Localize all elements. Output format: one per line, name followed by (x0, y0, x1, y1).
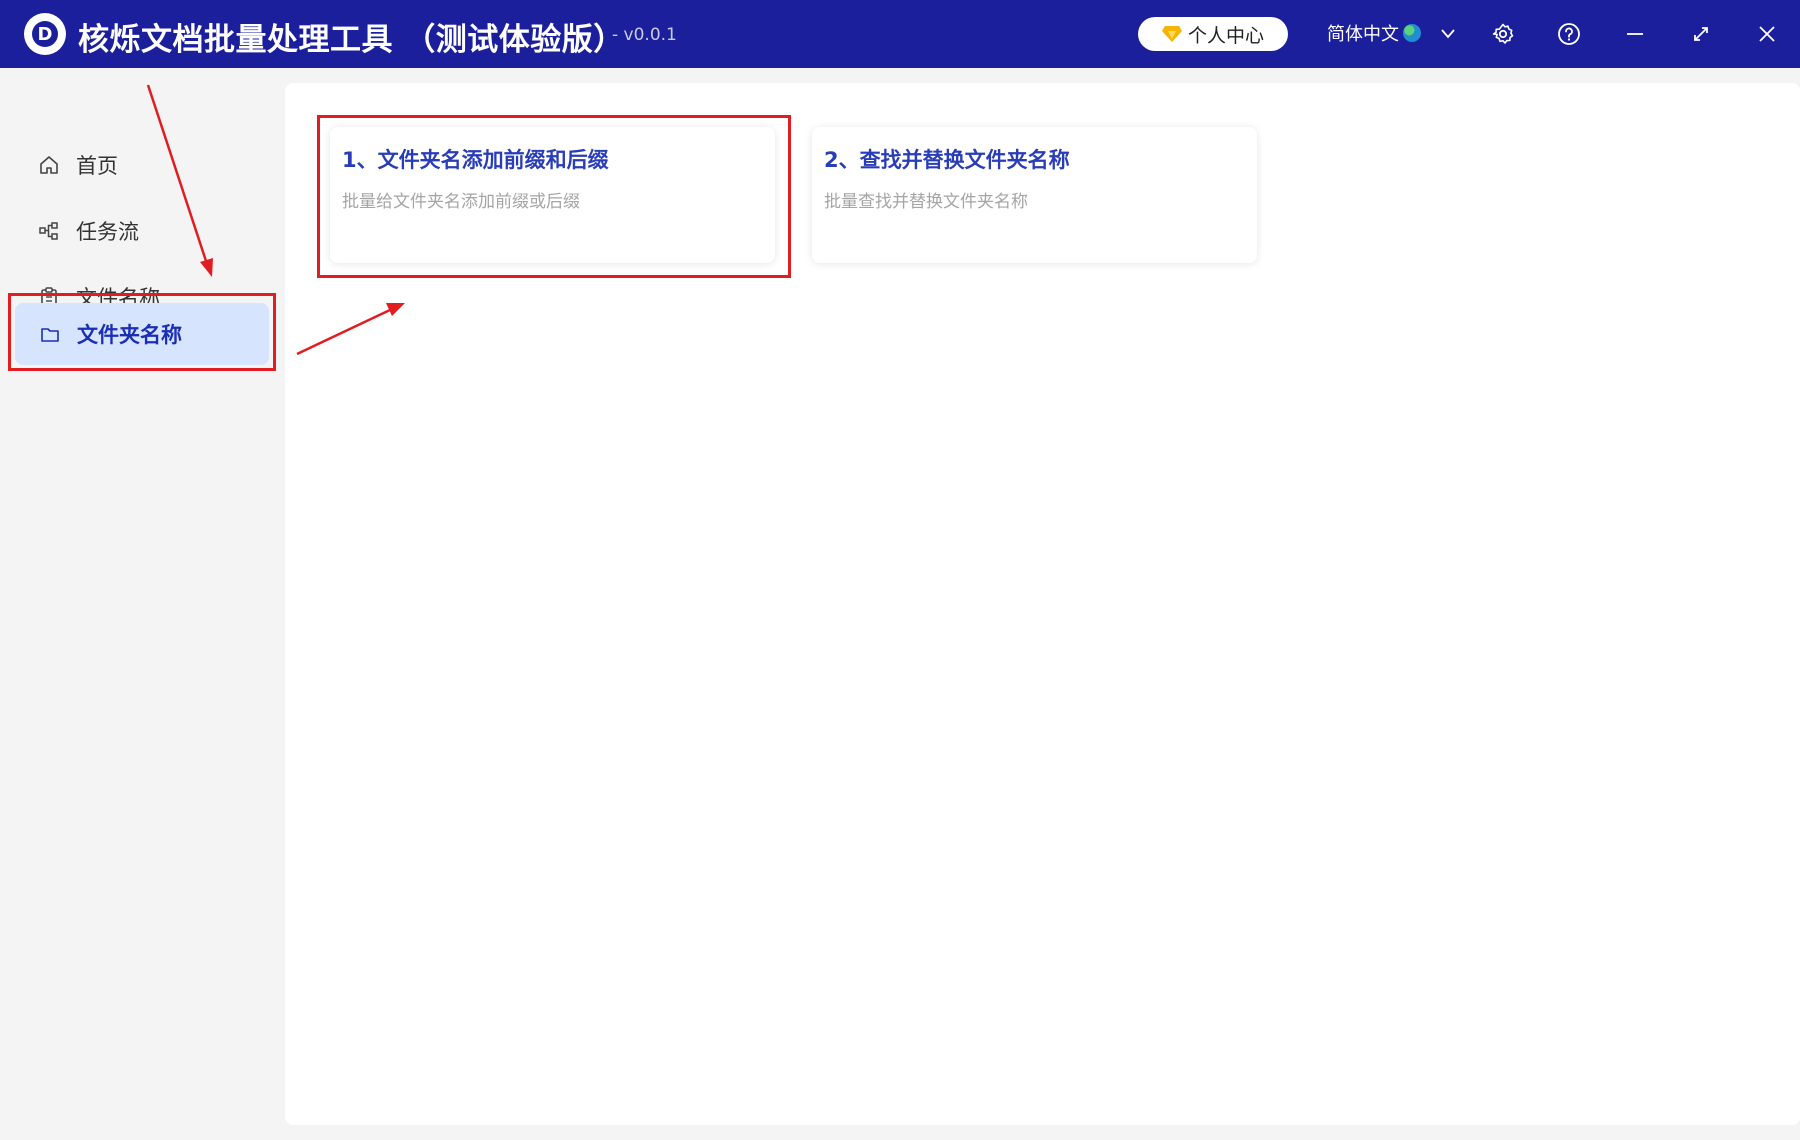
main-panel: 1、文件夹名添加前缀和后缀 批量给文件夹名添加前缀或后缀 2、查找并替换文件夹名… (285, 83, 1800, 1125)
sidebar-item-label: 文件夹名称 (77, 323, 182, 347)
sidebar-item-label: 首页 (76, 154, 118, 178)
app-logo-letter: D (32, 21, 58, 47)
user-center-label: 个人中心 (1187, 24, 1264, 47)
app-version: - v0.0.1 (612, 25, 677, 45)
tool-card-add-prefix-suffix[interactable]: 1、文件夹名添加前缀和后缀 批量给文件夹名添加前缀或后缀 (330, 127, 775, 263)
globe-icon (1403, 24, 1421, 42)
help-icon (1558, 23, 1580, 45)
chevron-down-icon (1441, 29, 1455, 39)
card-description: 批量查找并替换文件夹名称 (824, 192, 1028, 212)
app-title: 核烁文档批量处理工具 （测试体验版） (78, 22, 625, 58)
workflow-icon (39, 222, 58, 240)
app-logo: D (24, 13, 66, 55)
sidebar-item-home[interactable]: 首页 (14, 134, 270, 196)
sidebar-item-workflow[interactable]: 任务流 (14, 200, 270, 262)
gear-icon (1492, 23, 1514, 44)
minimize-icon (1627, 33, 1643, 35)
gem-icon (1161, 26, 1182, 42)
folder-icon (41, 328, 59, 342)
language-label: 简体中文 (1327, 24, 1399, 45)
language-selector[interactable]: 简体中文 (1327, 20, 1457, 46)
app-window: D 核烁文档批量处理工具 （测试体验版） - v0.0.1 个人中心 简体中文 (0, 0, 1800, 1140)
user-center-button[interactable]: 个人中心 (1138, 17, 1288, 51)
maximize-button[interactable] (1687, 20, 1715, 48)
card-description: 批量给文件夹名添加前缀或后缀 (342, 192, 580, 212)
help-button[interactable] (1555, 20, 1583, 48)
minimize-button[interactable] (1621, 20, 1649, 48)
maximize-icon (1694, 27, 1708, 41)
tool-card-find-replace[interactable]: 2、查找并替换文件夹名称 批量查找并替换文件夹名称 (812, 127, 1257, 263)
sidebar-item-label: 任务流 (76, 220, 139, 244)
sidebar: 首页 任务流 文件名称 文件夹名称 (0, 68, 270, 1140)
close-icon (1759, 26, 1775, 42)
card-title: 2、查找并替换文件夹名称 (824, 148, 1070, 172)
close-button[interactable] (1753, 20, 1781, 48)
card-title: 1、文件夹名添加前缀和后缀 (342, 148, 609, 172)
sidebar-item-foldername[interactable]: 文件夹名称 (15, 303, 269, 365)
settings-button[interactable] (1489, 20, 1517, 48)
title-bar: D 核烁文档批量处理工具 （测试体验版） - v0.0.1 个人中心 简体中文 (0, 0, 1800, 68)
home-icon (40, 156, 58, 174)
